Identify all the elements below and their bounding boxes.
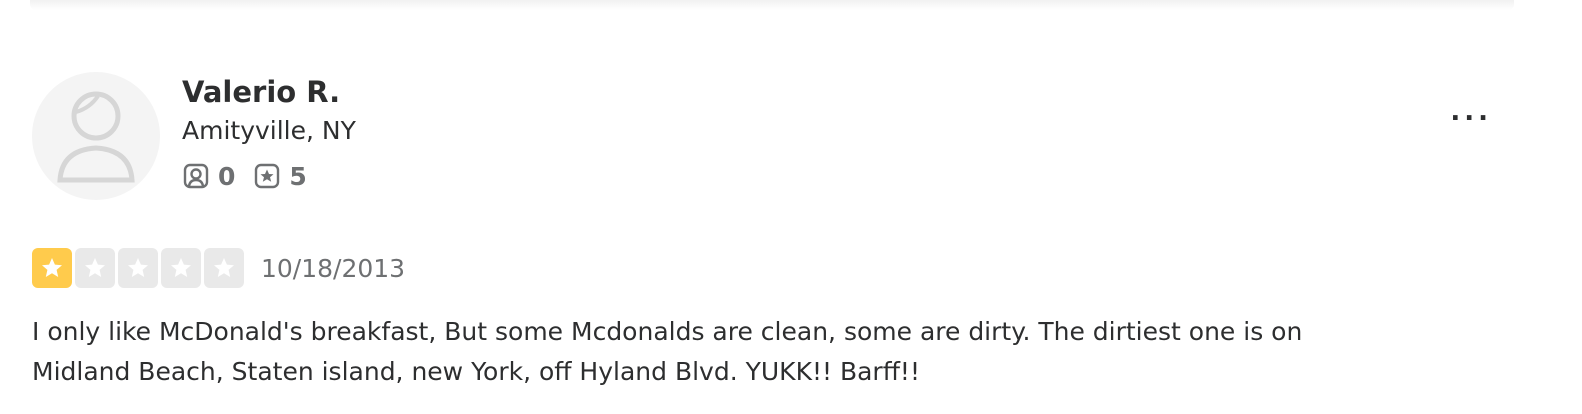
review-text: I only like McDonald's breakfast, But so… [32, 317, 1303, 386]
user-location: Amityville, NY [182, 116, 356, 145]
rating-star [204, 248, 244, 288]
default-user-avatar-icon [57, 91, 135, 183]
rating-star [32, 248, 72, 288]
star-rating [32, 248, 247, 288]
rating-star [75, 248, 115, 288]
star-icon [171, 258, 191, 277]
review-star-icon [255, 163, 280, 189]
friends-icon [183, 163, 209, 189]
rating-star [161, 248, 201, 288]
review-card: Valerio R. Amityville, NY 0 5 ... 10/18/… [32, 72, 1512, 402]
star-icon [128, 258, 148, 277]
friends-stat: 0 [182, 162, 235, 191]
star-icon [214, 258, 234, 277]
friends-count: 0 [218, 161, 236, 191]
reviews-stat: 5 [253, 161, 307, 191]
user-info: Valerio R. Amityville, NY 0 5 [182, 74, 356, 192]
user-stats: 0 5 [182, 160, 356, 192]
user-avatar[interactable] [32, 72, 160, 200]
more-options-button[interactable]: ... [1450, 99, 1492, 125]
rating-star [118, 248, 158, 288]
user-name[interactable]: Valerio R. [182, 74, 356, 110]
review-date: 10/18/2013 [261, 253, 406, 283]
previous-card-shadow [30, 0, 1514, 10]
star-icon [85, 258, 105, 277]
star-icon [42, 258, 62, 277]
rating-row: 10/18/2013 [32, 248, 405, 288]
reviews-count: 5 [289, 161, 307, 191]
